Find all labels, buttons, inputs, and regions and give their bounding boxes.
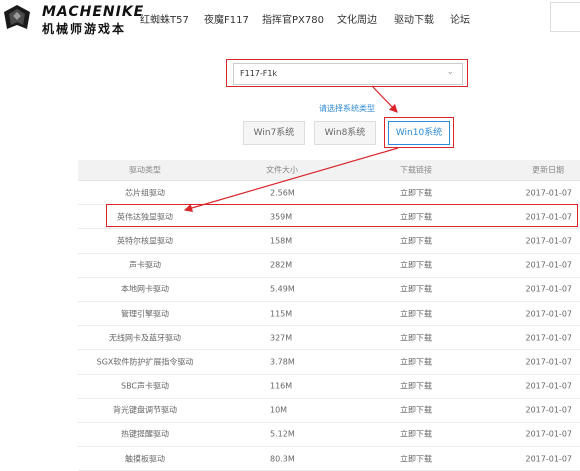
driver-name: 无线网卡及蓝牙驱动 xyxy=(109,333,181,343)
site-header: MACHENIKE 机械师游戏本 红蜘蛛T57 夜魔F117 指挥官PX780 … xyxy=(0,0,580,36)
file-size: 116M xyxy=(270,381,293,391)
download-link[interactable]: 立即下载 xyxy=(400,235,432,246)
highlight-box-select xyxy=(226,59,468,87)
file-size: 327M xyxy=(270,333,293,343)
update-date: 2017-01-07 xyxy=(525,284,573,294)
highlight-box-nvidia-row xyxy=(106,204,578,227)
file-size: 10M xyxy=(270,405,288,415)
file-size: 2.56M xyxy=(270,188,295,198)
table-row: 触摸板驱动 80.3M 立即下载 2017-01-07 xyxy=(78,447,580,471)
highlight-box-win10 xyxy=(384,117,454,148)
table-row: 声卡驱动 282M 立即下载 2017-01-07 xyxy=(78,254,580,278)
nav-item-px780[interactable]: 指挥官PX780 xyxy=(262,11,324,26)
driver-name: SBC声卡驱动 xyxy=(120,381,169,391)
nav-item-forum[interactable]: 论坛 xyxy=(450,11,470,26)
update-date: 2017-01-07 xyxy=(525,309,573,319)
download-link[interactable]: 立即下载 xyxy=(400,429,432,440)
table-row: SGX软件防护扩展指令驱动 3.78M 立即下载 2017-01-07 xyxy=(78,350,580,375)
nav-item-f117[interactable]: 夜魔F117 xyxy=(204,11,249,26)
os-hint-label: 请选择系统类型 xyxy=(319,104,375,113)
machenike-logo-icon[interactable] xyxy=(2,3,32,33)
update-date: 2017-01-07 xyxy=(525,333,573,343)
arrow-select-to-win10 xyxy=(371,85,398,113)
file-size: 5.12M xyxy=(270,429,295,439)
table-row: 无线网卡及蓝牙驱动 327M 立即下载 2017-01-07 xyxy=(78,326,580,351)
table-row: 热键提醒驱动 5.12M 立即下载 2017-01-07 xyxy=(78,423,580,448)
update-date: 2017-01-07 xyxy=(525,429,573,439)
update-date: 2017-01-07 xyxy=(525,357,573,367)
download-link[interactable]: 立即下载 xyxy=(400,308,432,319)
file-size: 3.78M xyxy=(270,357,295,367)
download-link[interactable]: 立即下载 xyxy=(400,284,432,295)
table-row: 英特尔核显驱动 158M 立即下载 2017-01-07 xyxy=(78,229,580,254)
search-box[interactable] xyxy=(550,2,580,32)
brand-name[interactable]: MACHENIKE xyxy=(42,4,144,20)
driver-name: 背光键盘调节驱动 xyxy=(113,405,177,415)
nav-item-t57[interactable]: 红蜘蛛T57 xyxy=(140,11,189,26)
driver-name: 管理引擎驱动 xyxy=(121,309,169,319)
download-link[interactable]: 立即下载 xyxy=(400,405,432,416)
driver-name: SGX软件防护扩展指令驱动 xyxy=(96,357,194,367)
driver-name: 英特尔核显驱动 xyxy=(117,236,173,246)
driver-name: 热键提醒驱动 xyxy=(121,429,169,439)
driver-name: 触摸板驱动 xyxy=(125,454,165,464)
brand-subtitle: 机械师游戏本 xyxy=(42,22,127,36)
download-link[interactable]: 立即下载 xyxy=(400,381,432,392)
header-download-link: 下载链接 xyxy=(400,165,432,175)
download-link[interactable]: 立即下载 xyxy=(400,332,432,343)
header-driver-type: 驱动类型 xyxy=(129,165,161,175)
table-row: SBC声卡驱动 116M 立即下载 2017-01-07 xyxy=(78,375,580,399)
download-link[interactable]: 立即下载 xyxy=(400,356,432,367)
update-date: 2017-01-07 xyxy=(525,454,573,464)
table-row: 背光键盘调节驱动 10M 立即下载 2017-01-07 xyxy=(78,399,580,423)
driver-name: 声卡驱动 xyxy=(129,260,161,270)
download-link[interactable]: 立即下载 xyxy=(400,260,432,271)
nav-item-culture[interactable]: 文化周边 xyxy=(337,11,377,26)
table-row: 本地网卡驱动 5.49M 立即下载 2017-01-07 xyxy=(78,278,580,302)
table-row: 管理引擎驱动 115M 立即下载 2017-01-07 xyxy=(78,302,580,327)
update-date: 2017-01-07 xyxy=(525,260,573,270)
win8-button[interactable]: Win8系统 xyxy=(314,121,376,145)
update-date: 2017-01-07 xyxy=(525,381,573,391)
win7-button[interactable]: Win7系统 xyxy=(243,121,305,145)
file-size: 5.49M xyxy=(270,284,295,294)
update-date: 2017-01-07 xyxy=(525,236,573,246)
driver-name: 本地网卡驱动 xyxy=(121,284,169,294)
table-row: 芯片组驱动 2.56M 立即下载 2017-01-07 xyxy=(78,181,580,206)
download-link[interactable]: 立即下载 xyxy=(400,187,432,198)
file-size: 282M xyxy=(270,260,293,270)
file-size: 80.3M xyxy=(270,454,295,464)
file-size: 158M xyxy=(270,236,293,246)
update-date: 2017-01-07 xyxy=(525,188,573,198)
header-update-date: 更新日期 xyxy=(532,165,564,175)
download-link[interactable]: 立即下载 xyxy=(400,453,432,464)
update-date: 2017-01-07 xyxy=(525,405,573,415)
driver-name: 芯片组驱动 xyxy=(125,188,165,198)
table-header: 驱动类型 文件大小 下载链接 更新日期 xyxy=(78,160,580,181)
header-file-size: 文件大小 xyxy=(266,165,298,175)
nav-item-driver-download[interactable]: 驱动下载 xyxy=(394,11,434,26)
file-size: 115M xyxy=(270,309,293,319)
